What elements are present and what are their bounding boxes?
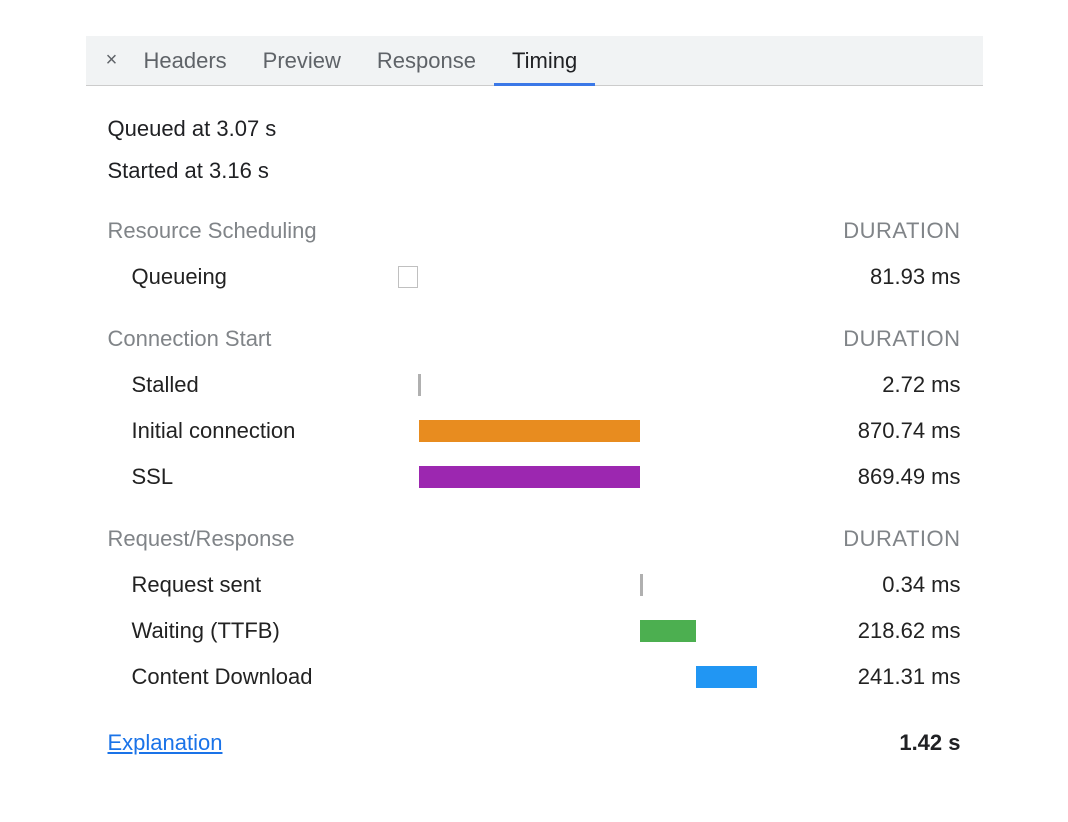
started-at: Started at 3.16 s: [108, 150, 961, 192]
bar-track: [398, 466, 758, 488]
timing-bar: [696, 666, 757, 688]
section-title: Connection Start: [108, 326, 272, 352]
section-resource-scheduling: Resource Scheduling DURATION Queueing 81…: [108, 218, 961, 300]
timing-bar: [419, 420, 640, 442]
timing-bar: [398, 266, 419, 288]
row-label: SSL: [108, 464, 398, 490]
queued-at: Queued at 3.07 s: [108, 108, 961, 150]
explanation-link[interactable]: Explanation: [108, 730, 223, 756]
duration-header: DURATION: [843, 218, 960, 244]
bar-track: [398, 666, 758, 688]
tab-response[interactable]: Response: [359, 36, 494, 86]
row-label: Request sent: [108, 572, 398, 598]
row-value: 0.34 ms: [758, 572, 961, 598]
bar-track: [398, 620, 758, 642]
row-value: 870.74 ms: [758, 418, 961, 444]
row-label: Stalled: [108, 372, 398, 398]
row-label: Initial connection: [108, 418, 398, 444]
timing-row-stalled: Stalled 2.72 ms: [108, 362, 961, 408]
bar-track: [398, 574, 758, 596]
tab-headers[interactable]: Headers: [126, 36, 245, 86]
row-label: Waiting (TTFB): [108, 618, 398, 644]
section-header: Resource Scheduling DURATION: [108, 218, 961, 244]
timing-bar: [419, 466, 640, 488]
row-value: 81.93 ms: [758, 264, 961, 290]
timing-bar: [418, 374, 421, 396]
row-label: Queueing: [108, 264, 398, 290]
row-value: 218.62 ms: [758, 618, 961, 644]
section-title: Resource Scheduling: [108, 218, 317, 244]
bar-track: [398, 420, 758, 442]
timing-row-initial-connection: Initial connection 870.74 ms: [108, 408, 961, 454]
timing-bar: [640, 574, 643, 596]
row-label: Content Download: [108, 664, 398, 690]
tab-timing[interactable]: Timing: [494, 36, 595, 86]
timing-row-request-sent: Request sent 0.34 ms: [108, 562, 961, 608]
timing-footer: Explanation 1.42 s: [108, 730, 961, 756]
row-value: 241.31 ms: [758, 664, 961, 690]
tab-preview[interactable]: Preview: [245, 36, 359, 86]
section-title: Request/Response: [108, 526, 295, 552]
section-connection-start: Connection Start DURATION Stalled 2.72 m…: [108, 326, 961, 500]
timing-bar: [640, 620, 695, 642]
section-request-response: Request/Response DURATION Request sent 0…: [108, 526, 961, 700]
row-value: 2.72 ms: [758, 372, 961, 398]
close-icon[interactable]: ×: [98, 49, 126, 72]
duration-header: DURATION: [843, 526, 960, 552]
timing-row-content-download: Content Download 241.31 ms: [108, 654, 961, 700]
timing-row-ssl: SSL 869.49 ms: [108, 454, 961, 500]
timing-row-queueing: Queueing 81.93 ms: [108, 254, 961, 300]
timing-row-waiting-ttfb: Waiting (TTFB) 218.62 ms: [108, 608, 961, 654]
tab-bar: × Headers Preview Response Timing: [86, 36, 983, 86]
bar-track: [398, 374, 758, 396]
timing-panel: × Headers Preview Response Timing Queued…: [86, 36, 983, 796]
duration-header: DURATION: [843, 326, 960, 352]
section-header: Connection Start DURATION: [108, 326, 961, 352]
section-header: Request/Response DURATION: [108, 526, 961, 552]
row-value: 869.49 ms: [758, 464, 961, 490]
bar-track: [398, 266, 758, 288]
timing-body: Queued at 3.07 s Started at 3.16 s Resou…: [86, 86, 983, 796]
total-duration: 1.42 s: [899, 730, 960, 756]
